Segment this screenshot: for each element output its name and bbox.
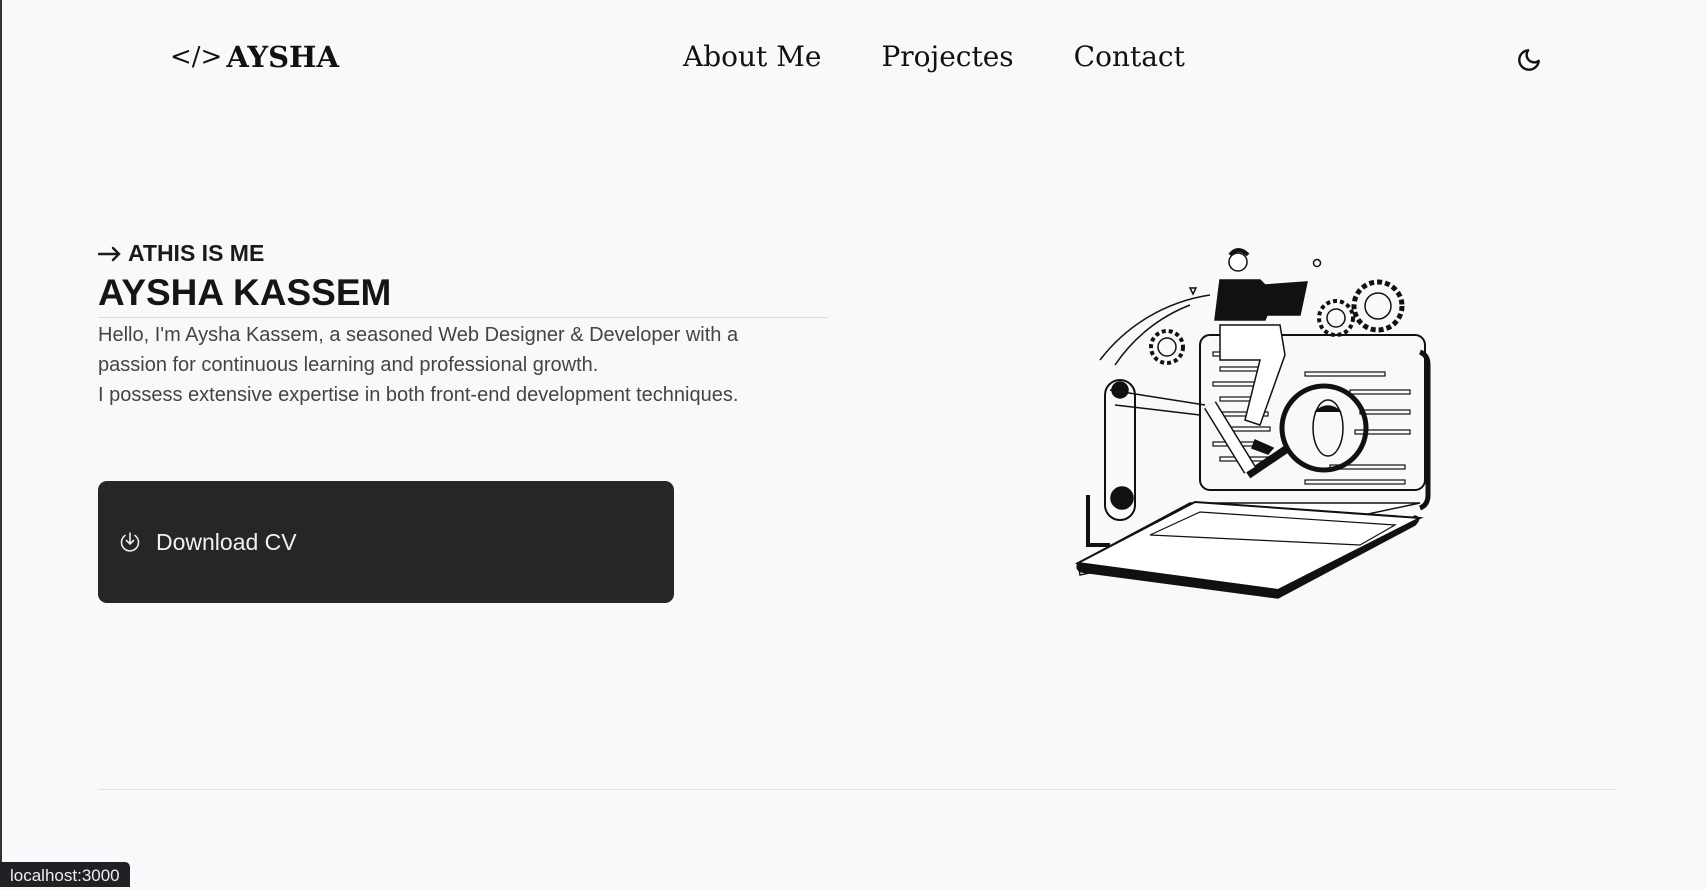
nav-about-me[interactable]: About Me [683,40,821,73]
logo[interactable]: </> AYSHA [170,40,339,74]
moon-icon[interactable] [1516,47,1542,73]
description-line: passion for continuous learning and prof… [98,354,599,376]
developer-debugging-illustration [1074,248,1431,599]
logo-text: AYSHA [226,40,339,74]
window-edge [0,0,2,887]
description-line: I possess extensive expertise in both fr… [98,384,739,406]
nav-contact[interactable]: Contact [1074,40,1185,73]
main-nav: About Me Projectes Contact [683,40,1185,73]
hero-section: ATHIS IS ME AYSHA KASSEM Hello, I'm Aysh… [98,240,828,410]
hero-kicker: ATHIS IS ME [98,240,828,267]
download-cv-label: Download CV [156,528,297,555]
gear-icon [1351,279,1405,333]
arrow-right-icon [98,246,121,261]
nav-projectes[interactable]: Projectes [881,40,1013,73]
hero-name: AYSHA KASSEM [98,272,392,313]
gear-icon [1149,329,1185,365]
status-bar-url: localhost:3000 [0,862,130,887]
gear-icon [1317,299,1355,337]
download-icon [120,532,140,552]
hero-description: Hello, I'm Aysha Kassem, a seasoned Web … [98,320,828,410]
footer-divider [98,789,1616,790]
description-line: Hello, I'm Aysha Kassem, a seasoned Web … [98,324,739,346]
code-icon: </> [170,42,223,72]
divider [98,317,828,318]
download-cv-button[interactable]: Download CV [98,481,674,603]
kicker-text: ATHIS IS ME [128,240,265,266]
